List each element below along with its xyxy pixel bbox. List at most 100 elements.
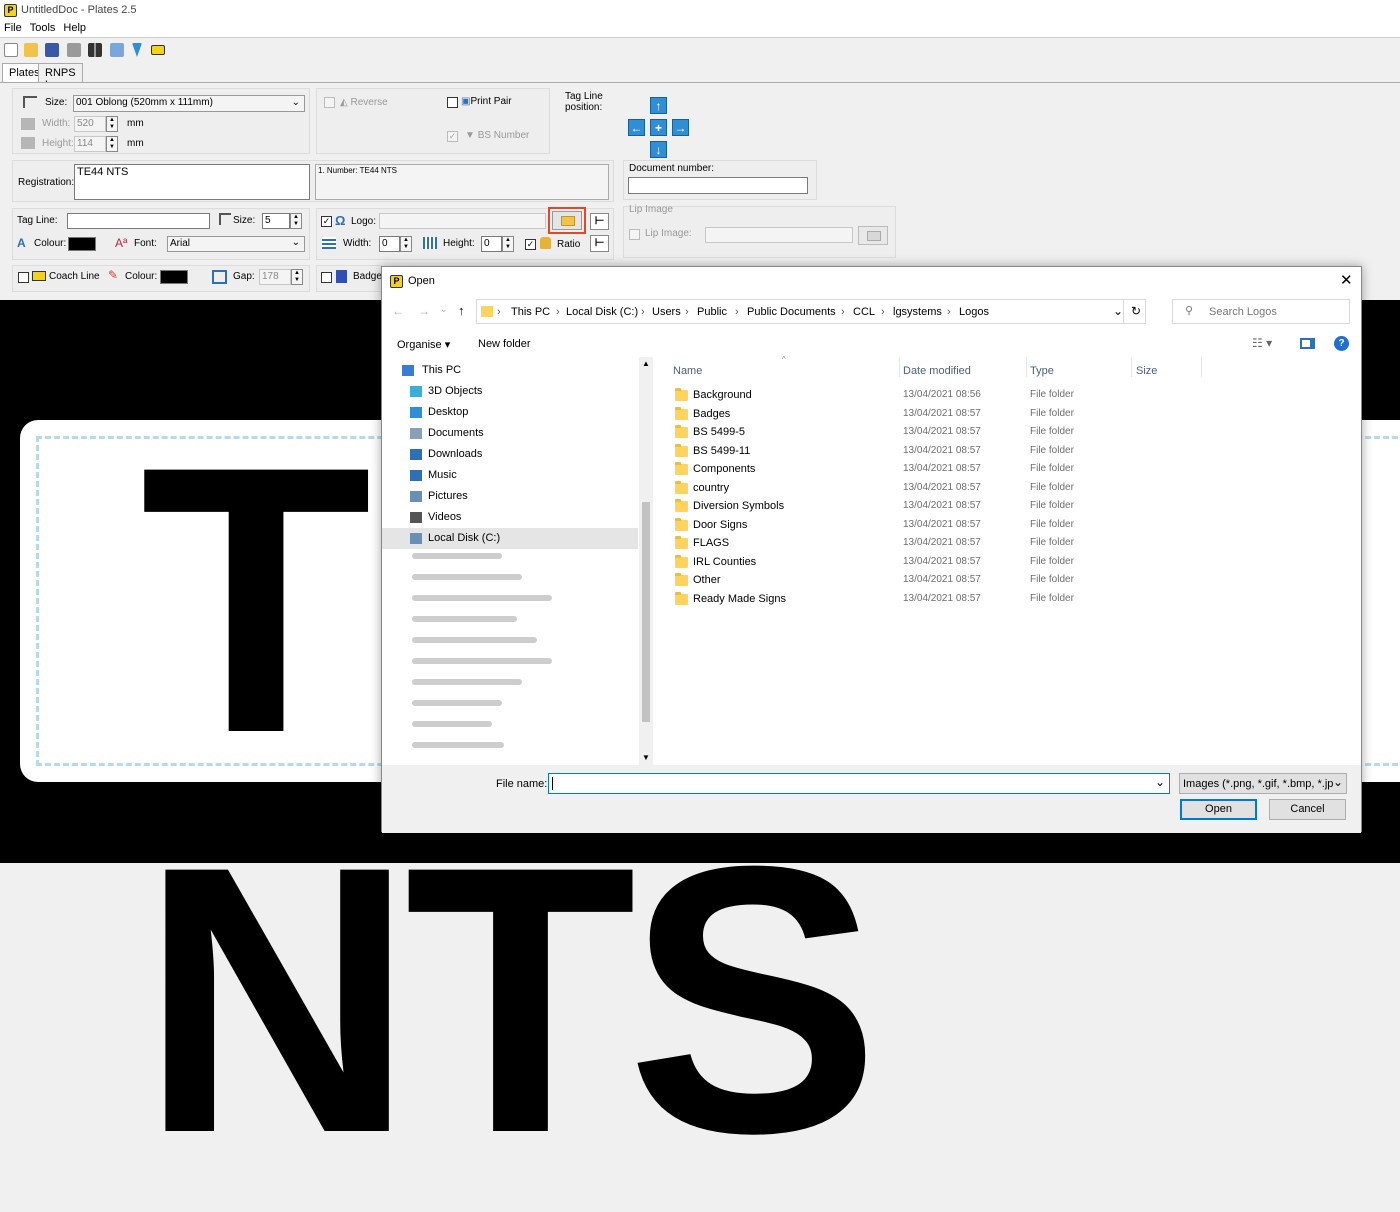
logo-align-icon[interactable]: ⊢ <box>590 213 609 230</box>
height-spinner[interactable]: ▲ ▼ <box>106 136 118 152</box>
scroll-down-icon[interactable]: ▼ <box>642 753 650 762</box>
recent-chevron-icon[interactable]: ⌄ <box>440 304 448 315</box>
logo-height-input[interactable]: 0 <box>481 236 502 252</box>
badge-checkbox[interactable] <box>321 272 332 283</box>
nav-item[interactable]: Documents <box>382 423 638 444</box>
print-icon[interactable] <box>67 43 81 57</box>
save-icon[interactable] <box>45 43 59 57</box>
open-folder-icon[interactable] <box>24 43 38 57</box>
bs-number-checkbox[interactable]: ✓ <box>447 131 458 142</box>
file-row[interactable]: country 13/04/2021 08:57 File folder <box>675 479 1335 497</box>
crumb-local-disk[interactable]: Local Disk (C:) <box>566 306 638 318</box>
lip-image-checkbox[interactable] <box>629 229 640 240</box>
refresh-icon[interactable]: ↻ <box>1131 304 1141 318</box>
address-dropdown-icon[interactable]: ⌄ <box>1113 304 1123 318</box>
organise-button[interactable]: Organise ▾ <box>397 338 450 351</box>
new-folder-button[interactable]: New folder <box>478 338 531 350</box>
logo-height-spinner[interactable]: ▲ ▼ <box>502 236 514 252</box>
column-divider[interactable] <box>899 357 900 377</box>
chevron-down-icon[interactable]: ⌄ <box>1155 775 1165 789</box>
redacted-drive[interactable] <box>412 658 552 664</box>
redacted-drive[interactable] <box>412 616 517 622</box>
logo-width-input[interactable]: 0 <box>379 236 400 252</box>
width-spinner[interactable]: ▲ ▼ <box>106 116 118 132</box>
redacted-drive[interactable] <box>412 574 522 580</box>
nav-item[interactable]: Videos <box>382 507 638 528</box>
plate-icon[interactable] <box>151 45 165 55</box>
column-date-modified[interactable]: Date modified <box>903 365 971 377</box>
nav-item[interactable]: Desktop <box>382 402 638 423</box>
gap-input[interactable]: 178 <box>259 269 291 285</box>
help-icon[interactable]: ? <box>1334 336 1349 351</box>
nav-item[interactable]: Local Disk (C:) <box>382 528 638 549</box>
column-divider[interactable] <box>1026 357 1027 377</box>
width-input[interactable]: 520 <box>74 116 106 132</box>
scroll-thumb[interactable] <box>642 502 650 722</box>
ratio-checkbox[interactable]: ✓ <box>525 239 536 250</box>
file-row[interactable]: Other 13/04/2021 08:57 File folder <box>675 571 1335 589</box>
close-icon[interactable]: ✕ <box>1340 271 1353 289</box>
gap-spinner[interactable]: ▲ ▼ <box>291 269 303 285</box>
crumb-logos[interactable]: Logos <box>959 306 989 318</box>
tagline-colour-swatch[interactable] <box>68 237 96 251</box>
redacted-drive[interactable] <box>412 721 492 727</box>
scroll-up-icon[interactable]: ▲ <box>642 359 650 368</box>
tagline-font-select[interactable]: Arial ⌄ <box>167 236 305 252</box>
file-row[interactable]: Ready Made Signs 13/04/2021 08:57 File fol… <box>675 590 1335 608</box>
filter-icon[interactable] <box>132 43 142 57</box>
file-row[interactable]: BS 5499-5 13/04/2021 08:57 File folder <box>675 423 1335 441</box>
logo-checkbox[interactable]: ✓ <box>321 216 332 227</box>
nav-scrollbar[interactable]: ▲ ▼ <box>639 357 653 765</box>
crumb-public[interactable]: Public <box>697 306 727 318</box>
filename-input[interactable]: ⌄ <box>548 773 1170 794</box>
column-type[interactable]: Type <box>1030 365 1054 377</box>
plate-size-select[interactable]: 001 Oblong (520mm x 111mm) ⌄ <box>73 95 305 112</box>
redacted-drive[interactable] <box>412 637 537 643</box>
logo-width-spinner[interactable]: ▲ ▼ <box>400 236 412 252</box>
arrow-right-icon[interactable]: → <box>672 119 689 136</box>
document-number-input[interactable] <box>628 177 808 194</box>
open-button[interactable]: Open <box>1180 799 1257 820</box>
nav-item[interactable]: This PC <box>382 360 638 381</box>
copy-icon[interactable] <box>110 43 124 57</box>
crumb-public-documents[interactable]: Public Documents <box>747 306 836 318</box>
mirror-icon[interactable] <box>88 43 102 57</box>
nav-item[interactable]: Music <box>382 465 638 486</box>
up-arrow-icon[interactable]: ↑ <box>458 303 465 318</box>
arrow-up-icon[interactable]: ↑ <box>650 97 667 114</box>
tagline-input[interactable] <box>67 213 210 229</box>
crumb-this-pc[interactable]: This PC <box>511 306 550 318</box>
file-row[interactable]: Door Signs 13/04/2021 08:57 File folder <box>675 516 1335 534</box>
file-row[interactable]: Diversion Symbols 13/04/2021 08:57 File fo… <box>675 497 1335 515</box>
print-pair-checkbox[interactable] <box>447 97 458 108</box>
menu-help[interactable]: Help <box>59 20 90 36</box>
redacted-drive[interactable] <box>412 679 522 685</box>
crumb-lgsystems[interactable]: lgsystems <box>893 306 942 318</box>
file-row[interactable]: FLAGS 13/04/2021 08:57 File folder <box>675 534 1335 552</box>
nav-item[interactable]: 3D Objects <box>382 381 638 402</box>
coach-colour-swatch[interactable] <box>160 270 188 284</box>
center-plus-icon[interactable]: + <box>650 119 667 136</box>
file-row[interactable]: BS 5499-11 13/04/2021 08:57 File folder <box>675 442 1335 460</box>
coach-line-checkbox[interactable] <box>18 272 29 283</box>
column-divider[interactable] <box>1131 357 1132 377</box>
tagline-size-input[interactable]: 5 <box>262 213 290 229</box>
redacted-drive[interactable] <box>412 595 552 601</box>
height-input[interactable]: 114 <box>74 136 106 152</box>
file-row[interactable]: IRL Counties 13/04/2021 08:57 File folder <box>675 553 1335 571</box>
redacted-drive[interactable] <box>412 553 502 559</box>
file-row[interactable]: Background 13/04/2021 08:56 File folder <box>675 386 1335 404</box>
tagline-size-spinner[interactable]: ▲ ▼ <box>290 213 302 229</box>
nav-item[interactable]: Pictures <box>382 486 638 507</box>
search-box[interactable]: ⚲ Search Logos <box>1172 299 1350 324</box>
file-row[interactable]: Components 13/04/2021 08:57 File folder <box>675 460 1335 478</box>
lip-image-browse-button[interactable] <box>858 226 888 245</box>
registration-input[interactable]: TE44 NTS <box>74 164 310 200</box>
view-options-icon[interactable]: ☷ ▾ <box>1252 336 1272 350</box>
menu-tools[interactable]: Tools <box>26 20 60 36</box>
nav-item[interactable]: Downloads <box>382 444 638 465</box>
crumb-ccl[interactable]: CCL <box>853 306 875 318</box>
logo-path-input[interactable] <box>379 213 546 229</box>
redacted-drive[interactable] <box>412 742 504 748</box>
preview-pane-icon[interactable] <box>1300 338 1315 349</box>
